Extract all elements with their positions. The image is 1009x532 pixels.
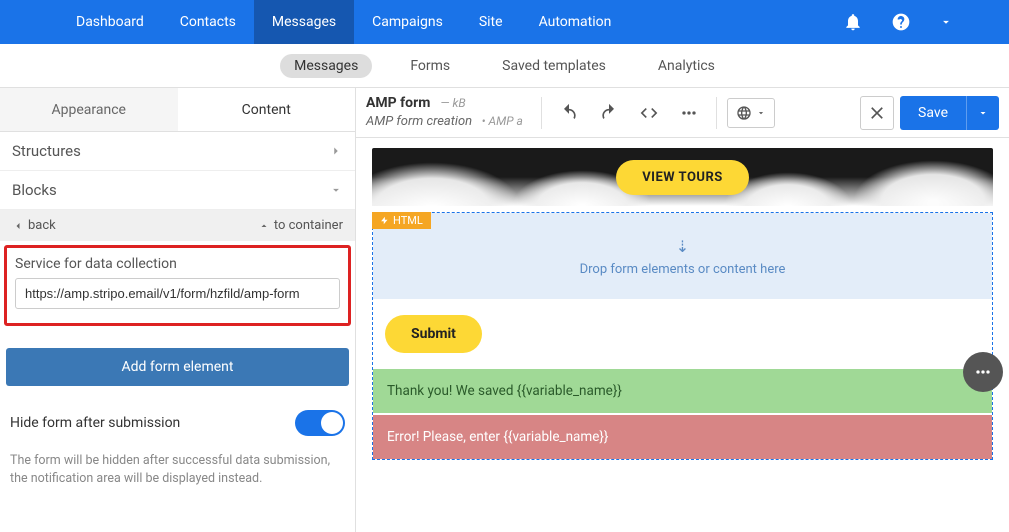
bell-icon[interactable] (843, 12, 863, 32)
lightning-icon (380, 216, 389, 225)
view-tours-button[interactable]: VIEW TOURS (616, 160, 749, 195)
language-selector[interactable] (727, 98, 775, 128)
panel-tabs: Appearance Content (0, 88, 355, 132)
chevron-left-icon (12, 220, 24, 232)
breadcrumb-container-label: to container (274, 218, 343, 233)
nav-campaigns[interactable]: Campaigns (354, 0, 461, 44)
doc-title-block: AMP form — kB AMP form creation • AMP a (366, 95, 523, 130)
service-url-input[interactable] (15, 278, 340, 309)
form-shell[interactable]: HTML ⇣ Drop form elements or content her… (372, 212, 993, 460)
code-icon (639, 103, 659, 123)
service-field-label: Service for data collection (15, 256, 340, 272)
nav-dashboard[interactable]: Dashboard (58, 0, 162, 44)
top-nav-icons (843, 12, 1001, 32)
success-message[interactable]: Thank you! We saved {{variable_name}} (373, 369, 992, 413)
section-blocks[interactable]: Blocks (0, 171, 355, 210)
more-horizontal-icon (679, 103, 699, 123)
doc-title: AMP form (366, 95, 430, 113)
sub-nav: Messages Forms Saved templates Analytics (0, 44, 1009, 88)
error-message[interactable]: Error! Please, enter {{variable_name}} (373, 415, 992, 459)
nav-messages[interactable]: Messages (254, 0, 354, 44)
save-button[interactable]: Save (900, 96, 966, 130)
breadcrumb-to-container[interactable]: to container (258, 218, 343, 233)
submit-button[interactable]: Submit (385, 315, 482, 353)
chevron-up-icon (258, 220, 270, 232)
left-panel: Appearance Content Structures Blocks bac… (0, 88, 356, 532)
editor-toolbar: AMP form — kB AMP form creation • AMP a (356, 88, 1009, 138)
chevron-right-icon (329, 144, 343, 158)
undo-button[interactable] (552, 96, 586, 130)
cloud-decoration (853, 160, 993, 206)
breadcrumb-back[interactable]: back (12, 218, 56, 233)
drop-zone[interactable]: HTML ⇣ Drop form elements or content her… (373, 213, 992, 299)
drop-zone-text: Drop form elements or content here (383, 262, 982, 277)
submit-row: Submit (373, 299, 992, 369)
tab-appearance[interactable]: Appearance (0, 88, 178, 131)
html-badge-label: HTML (393, 214, 423, 227)
more-horizontal-icon (973, 362, 993, 382)
subnav-messages[interactable]: Messages (280, 54, 372, 78)
add-form-element-button[interactable]: Add form element (6, 348, 349, 386)
subnav-forms[interactable]: Forms (396, 54, 464, 78)
breadcrumb-back-label: back (28, 218, 56, 233)
hide-form-label: Hide form after submission (10, 415, 180, 431)
redo-icon (599, 103, 619, 123)
editor-canvas: VIEW TOURS HTML ⇣ Drop form elements or … (356, 138, 1009, 532)
doc-amp-note: • AMP a (482, 114, 523, 128)
toolbar-divider (541, 97, 542, 129)
nav-site[interactable]: Site (461, 0, 521, 44)
right-panel: AMP form — kB AMP form creation • AMP a (356, 88, 1009, 532)
html-badge: HTML (372, 212, 431, 229)
top-nav: Dashboard Contacts Messages Campaigns Si… (0, 0, 1009, 44)
top-nav-links: Dashboard Contacts Messages Campaigns Si… (58, 0, 629, 44)
breadcrumb: back to container (0, 210, 355, 241)
hide-form-toggle[interactable] (295, 410, 345, 436)
redo-button[interactable] (592, 96, 626, 130)
cloud-decoration (372, 162, 522, 206)
chevron-down-icon (756, 108, 766, 118)
close-icon (867, 103, 887, 123)
help-icon[interactable] (891, 12, 911, 32)
undo-icon (559, 103, 579, 123)
toolbar-divider (716, 97, 717, 129)
download-icon: ⇣ (383, 237, 982, 256)
section-blocks-label: Blocks (12, 181, 57, 199)
chevron-down-icon (329, 183, 343, 197)
toggle-knob (321, 412, 343, 434)
hide-form-toggle-row: Hide form after submission (0, 386, 355, 446)
save-button-group: Save (900, 96, 999, 130)
globe-icon (736, 105, 752, 121)
save-dropdown[interactable] (966, 96, 999, 130)
nav-contacts[interactable]: Contacts (162, 0, 254, 44)
section-structures[interactable]: Structures (0, 132, 355, 171)
doc-size: — kB (440, 96, 465, 111)
doc-subtitle: AMP form creation (366, 114, 472, 129)
subnav-saved-templates[interactable]: Saved templates (488, 54, 620, 78)
profile-chevron-icon[interactable] (939, 15, 953, 29)
code-button[interactable] (632, 96, 666, 130)
hide-form-help: The form will be hidden after successful… (0, 446, 355, 502)
section-structures-label: Structures (12, 142, 81, 160)
nav-automation[interactable]: Automation (521, 0, 630, 44)
more-button[interactable] (672, 96, 706, 130)
chevron-down-icon (977, 107, 989, 119)
subnav-analytics[interactable]: Analytics (644, 54, 729, 78)
hero-block[interactable]: VIEW TOURS (372, 148, 993, 206)
service-field-box: Service for data collection (4, 245, 351, 326)
floating-more-button[interactable] (963, 352, 1003, 392)
tab-content[interactable]: Content (178, 88, 356, 131)
close-button[interactable] (860, 96, 894, 130)
